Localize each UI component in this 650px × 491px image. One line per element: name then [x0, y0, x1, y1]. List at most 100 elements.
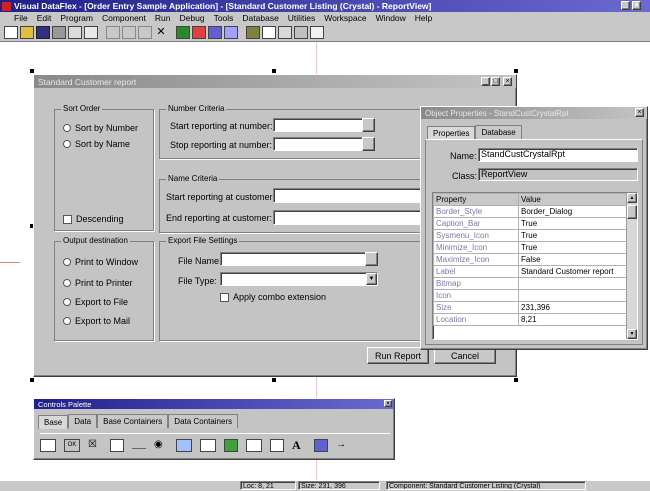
- entry-icon[interactable]: [40, 438, 56, 452]
- menu-component[interactable]: Component: [102, 13, 146, 23]
- minimize-button[interactable]: _: [621, 1, 630, 10]
- property-grid-scrollbar[interactable]: ▲ ▼: [626, 193, 637, 339]
- image-icon[interactable]: [224, 438, 238, 452]
- form-icon[interactable]: [84, 26, 98, 39]
- ok-button-icon[interactable]: OK: [64, 438, 80, 452]
- menu-utilities[interactable]: Utilities: [288, 13, 315, 23]
- radio-icon[interactable]: [63, 298, 71, 306]
- menu-edit[interactable]: Edit: [37, 13, 52, 23]
- property-value[interactable]: True: [518, 229, 627, 242]
- menu-tools[interactable]: Tools: [214, 13, 234, 23]
- paste-icon[interactable]: [138, 26, 152, 39]
- property-value[interactable]: [518, 277, 627, 290]
- properties-icon[interactable]: [262, 26, 276, 39]
- close-button[interactable]: ×: [632, 1, 641, 10]
- export-to-file-option[interactable]: Export to File: [63, 297, 128, 307]
- maximize-button[interactable]: □: [491, 77, 500, 86]
- minimize-button[interactable]: _: [481, 77, 490, 86]
- tab-base-containers[interactable]: Base Containers: [97, 414, 169, 428]
- table-row[interactable]: Icon: [433, 289, 627, 302]
- tab-data[interactable]: Data: [68, 414, 98, 428]
- form-icon[interactable]: [176, 438, 192, 452]
- property-value[interactable]: True: [518, 241, 627, 254]
- stop-number-prompt-button[interactable]: [362, 137, 375, 151]
- compile-icon[interactable]: [176, 26, 190, 39]
- menu-workspace[interactable]: Workspace: [324, 13, 366, 23]
- radio-icon[interactable]: [63, 140, 71, 148]
- start-number-field[interactable]: [273, 118, 363, 132]
- menu-window[interactable]: Window: [376, 13, 406, 23]
- grid-icon[interactable]: [200, 438, 216, 452]
- copy-icon[interactable]: [122, 26, 136, 39]
- property-value[interactable]: [518, 289, 627, 302]
- checkbox-icon[interactable]: ☒: [88, 439, 102, 452]
- spin-icon[interactable]: [270, 438, 284, 452]
- database-icon[interactable]: [246, 26, 260, 39]
- selection-handle[interactable]: [272, 378, 276, 382]
- delete-icon[interactable]: ✕: [154, 26, 168, 39]
- selection-handle[interactable]: [514, 69, 518, 73]
- file-type-combo[interactable]: [220, 272, 378, 286]
- table-row[interactable]: Minimize_Icon True: [433, 241, 627, 254]
- stop-number-field[interactable]: [273, 137, 363, 151]
- list-icon[interactable]: [110, 438, 124, 452]
- selection-handle[interactable]: [514, 378, 518, 382]
- tools-icon[interactable]: [294, 26, 308, 39]
- name-field[interactable]: StandCustCrystalRpt: [478, 148, 638, 162]
- menu-file[interactable]: File: [14, 13, 28, 23]
- table-row[interactable]: Caption_Bar True: [433, 217, 627, 230]
- table-row[interactable]: Size 231,396: [433, 301, 627, 314]
- table-row[interactable]: Location 8,21: [433, 313, 627, 326]
- save-icon[interactable]: [36, 26, 50, 39]
- table-row[interactable]: Label Standard Customer report: [433, 265, 627, 278]
- menu-database[interactable]: Database: [242, 13, 278, 23]
- tab-properties[interactable]: Properties: [427, 126, 476, 140]
- selection-handle[interactable]: [30, 69, 34, 73]
- selection-handle[interactable]: [272, 69, 276, 73]
- tab-data-containers[interactable]: Data Containers: [168, 414, 239, 428]
- property-value[interactable]: 8,21: [518, 313, 627, 326]
- print-to-printer-option[interactable]: Print to Printer: [63, 278, 133, 288]
- menu-run[interactable]: Run: [155, 13, 171, 23]
- property-value[interactable]: Standard Customer report: [518, 265, 627, 278]
- descending-option[interactable]: Descending: [63, 214, 124, 224]
- sort-by-number-option[interactable]: Sort by Number: [63, 123, 138, 133]
- step-icon[interactable]: [224, 26, 238, 39]
- apply-combo-option[interactable]: Apply combo extension: [220, 292, 326, 302]
- file-name-prompt-button[interactable]: [365, 252, 378, 266]
- sort-by-name-option[interactable]: Sort by Name: [63, 139, 130, 149]
- file-type-dropdown-button[interactable]: ▼: [366, 273, 377, 285]
- table-row[interactable]: Bitmap: [433, 277, 627, 290]
- close-button[interactable]: ×: [635, 108, 644, 117]
- table-row[interactable]: Border_Style Border_Dialog: [433, 205, 627, 218]
- table-row[interactable]: Sysmenu_Icon True: [433, 229, 627, 242]
- grid-icon[interactable]: [68, 26, 82, 39]
- menu-program[interactable]: Program: [60, 13, 93, 23]
- tab-base[interactable]: Base: [38, 415, 69, 429]
- debug-icon[interactable]: [208, 26, 222, 39]
- selection-handle[interactable]: [30, 378, 34, 382]
- menu-debug[interactable]: Debug: [180, 13, 205, 23]
- export-to-mail-option[interactable]: Export to Mail: [63, 316, 130, 326]
- edit-icon[interactable]: [246, 438, 262, 452]
- layout-icon[interactable]: [278, 26, 292, 39]
- property-value[interactable]: True: [518, 217, 627, 230]
- property-value[interactable]: Border_Dialog: [518, 205, 627, 218]
- radio-icon[interactable]: [63, 258, 71, 266]
- scroll-up-button[interactable]: ▲: [627, 193, 637, 203]
- checkbox-icon[interactable]: [63, 214, 72, 224]
- property-value[interactable]: False: [518, 253, 627, 266]
- radio-icon[interactable]: [63, 279, 71, 287]
- tab-order-icon[interactable]: →: [336, 439, 350, 452]
- radio-icon[interactable]: [63, 317, 71, 325]
- radio-icon[interactable]: ◉: [154, 439, 168, 452]
- color-icon[interactable]: [314, 438, 328, 452]
- property-value[interactable]: 231,396: [518, 301, 627, 314]
- property-grid[interactable]: Property Value Border_Style Border_Dialog…: [432, 192, 638, 340]
- help-icon[interactable]: [310, 26, 324, 39]
- checkbox-icon[interactable]: [220, 292, 229, 302]
- start-number-prompt-button[interactable]: [362, 118, 375, 132]
- menu-help[interactable]: Help: [415, 13, 432, 23]
- radio-icon[interactable]: [63, 124, 71, 132]
- text-icon[interactable]: A: [292, 438, 306, 452]
